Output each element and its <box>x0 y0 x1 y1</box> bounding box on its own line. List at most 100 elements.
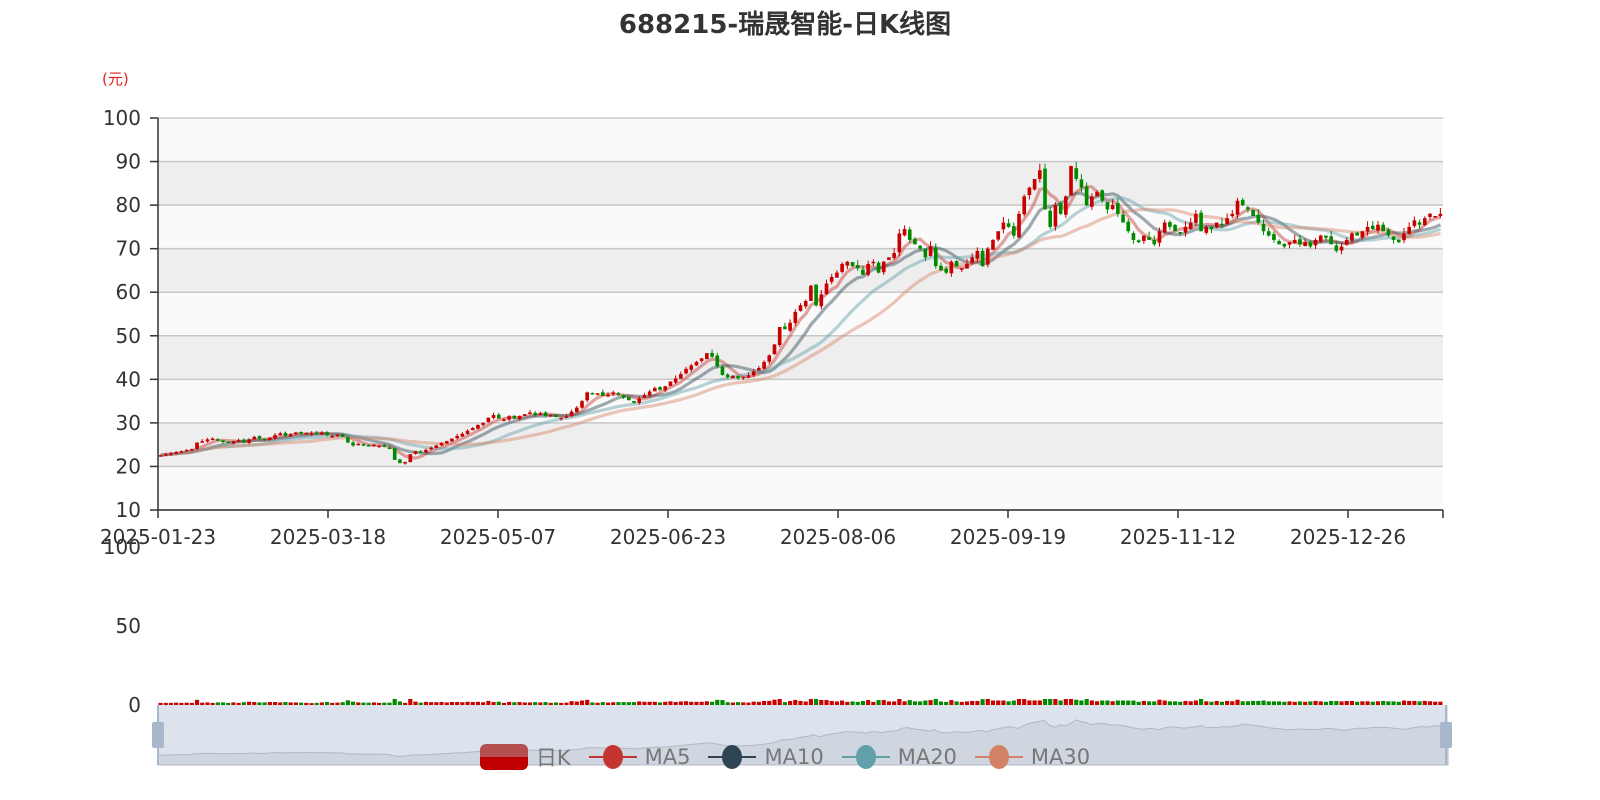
candle-body <box>382 445 387 447</box>
candle-body <box>231 441 236 444</box>
candle-body <box>1116 203 1120 214</box>
candle-body <box>991 239 995 250</box>
volume-bar <box>725 702 730 705</box>
candle-body <box>829 276 834 282</box>
candle-body <box>1386 229 1391 236</box>
volume-bar <box>1240 701 1245 705</box>
candle-body <box>1199 212 1203 232</box>
candle-body <box>1157 231 1162 243</box>
volume-bar <box>782 702 787 705</box>
x-tick-label: 2025-05-07 <box>440 525 556 549</box>
volume-bar <box>210 702 215 705</box>
volume-bar <box>246 701 252 705</box>
candlestick-chart: 1009080706050403020102025-01-23 2025-03-1… <box>100 106 1452 766</box>
volume-bar <box>1209 701 1214 705</box>
volume-bar <box>1074 699 1079 705</box>
candle-body <box>1037 170 1042 179</box>
candle-body <box>793 311 798 324</box>
candle-body <box>861 269 865 275</box>
candle-body <box>1240 199 1245 206</box>
volume-bar <box>631 702 637 705</box>
candle-body <box>949 261 954 274</box>
volume-bar <box>814 699 819 705</box>
candle-body <box>1142 235 1146 241</box>
candle-body <box>1053 205 1058 227</box>
candle-body <box>715 355 720 367</box>
candle-body <box>694 361 699 366</box>
candle-body <box>444 441 449 444</box>
legend-item-kline[interactable]: 日K <box>479 742 571 772</box>
volume-bar <box>959 701 964 705</box>
volume-bar <box>1219 701 1224 705</box>
candle-body <box>242 439 246 443</box>
volume-bar <box>1063 699 1068 705</box>
legend-item-ma30[interactable]: MA30 <box>974 742 1090 772</box>
candle-body <box>590 392 595 395</box>
candle-body <box>398 459 402 463</box>
candle-body <box>257 436 262 439</box>
volume-bar <box>798 700 803 705</box>
candle-body <box>621 395 626 398</box>
volume-bar <box>366 702 371 705</box>
grid-band <box>158 161 1443 206</box>
volume-bar <box>704 701 709 705</box>
candle-body <box>881 261 886 273</box>
volume-bar <box>1225 700 1230 705</box>
legend-item-ma5[interactable]: MA5 <box>588 742 690 772</box>
volume-bar <box>590 702 595 705</box>
candle-body <box>767 355 772 362</box>
volume-bar <box>1037 700 1042 705</box>
volume-bar <box>481 702 486 705</box>
candle-body <box>585 392 590 401</box>
candle-body <box>450 438 454 442</box>
y-tick-label: 60 <box>116 280 141 304</box>
candle-body <box>1235 200 1240 215</box>
candle-body <box>1261 224 1266 232</box>
legend-item-ma20[interactable]: MA20 <box>841 742 957 772</box>
volume-bar <box>912 701 918 705</box>
volume-bar <box>1339 701 1344 705</box>
candle-body <box>1090 196 1094 207</box>
volume-bar <box>694 701 699 705</box>
volume-bar <box>288 702 293 705</box>
volume-bar <box>345 700 350 705</box>
volume-bar <box>595 702 600 705</box>
candle-body <box>658 387 662 390</box>
volume-bar <box>439 701 444 705</box>
volume-bar <box>1386 701 1391 705</box>
volume-bar <box>543 702 548 705</box>
volume-bar <box>408 699 413 705</box>
candle-body <box>663 386 668 391</box>
volume-bar <box>1120 700 1126 705</box>
candle-body <box>502 419 506 421</box>
candle-body <box>1230 213 1235 217</box>
candle-body <box>288 434 293 437</box>
candle-body <box>1220 223 1224 226</box>
volume-bar <box>1313 700 1318 705</box>
candle-body <box>1287 242 1292 245</box>
volume-bar <box>1271 701 1277 705</box>
volume-bar <box>678 701 683 705</box>
candle-body <box>679 374 683 379</box>
volume-bar <box>1193 700 1198 705</box>
candle-body <box>1318 235 1323 242</box>
candle-body <box>1370 225 1375 230</box>
volume-bar <box>845 701 850 705</box>
candle-body <box>803 300 808 307</box>
volume-bar <box>215 702 220 705</box>
volume-bar <box>642 701 647 705</box>
x-tick-label: 2025-06-23 <box>610 525 726 549</box>
volume-bar <box>356 702 361 705</box>
volume-y-tick-label: 50 <box>116 614 141 638</box>
candle-body <box>351 442 355 446</box>
volume-bar <box>283 701 288 705</box>
candle-body <box>1298 239 1302 245</box>
candle-body <box>819 294 824 307</box>
volume-bar <box>668 701 673 705</box>
volume-bar <box>184 702 189 705</box>
candle-body <box>1438 213 1443 216</box>
candle-body <box>1194 213 1198 223</box>
volume-bar <box>340 702 345 705</box>
candle-body <box>184 449 189 452</box>
legend-item-ma10[interactable]: MA10 <box>708 742 824 772</box>
